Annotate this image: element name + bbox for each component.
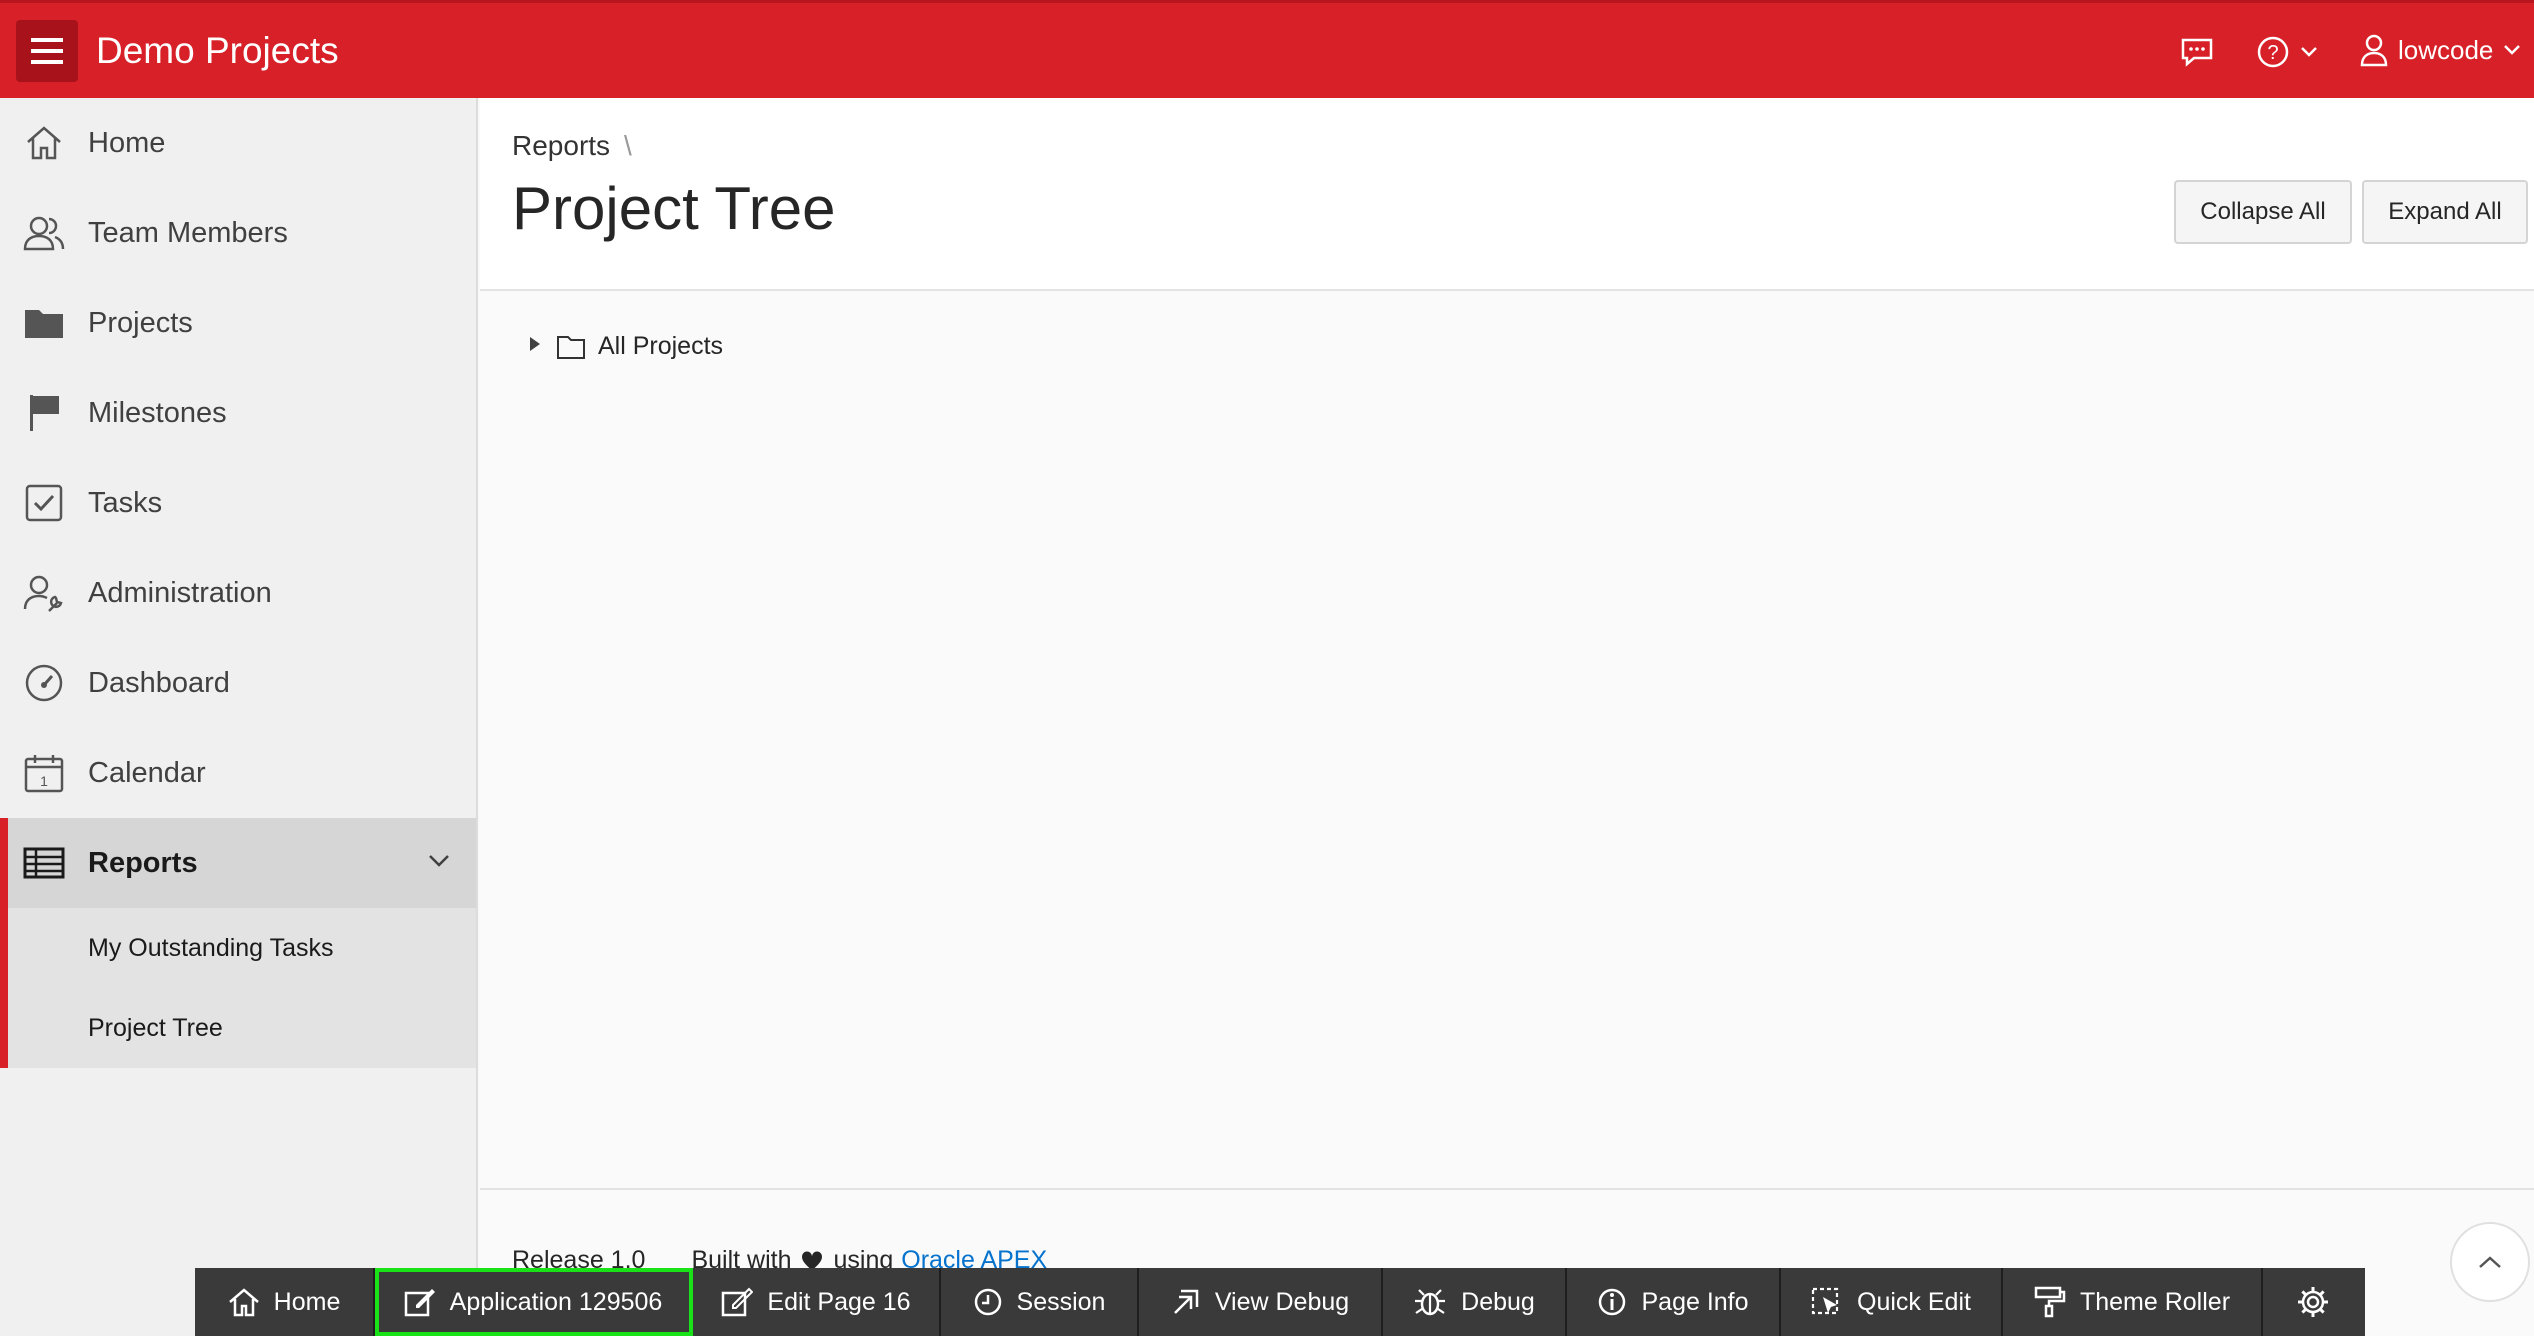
sidebar-subitem-project-tree[interactable]: Project Tree xyxy=(88,1014,223,1043)
user-name: lowcode xyxy=(2398,34,2494,65)
devbar-page-info-button[interactable]: Page Info xyxy=(1567,1268,1781,1336)
devbar-label: Edit Page 16 xyxy=(767,1287,911,1316)
users-icon xyxy=(22,211,66,255)
view-debug-icon xyxy=(1171,1287,1201,1317)
user-menu-button[interactable]: lowcode xyxy=(2360,33,2521,67)
sidebar-subitem-my-outstanding-tasks[interactable]: My Outstanding Tasks xyxy=(88,934,333,963)
home-icon xyxy=(22,121,66,165)
paint-roller-icon xyxy=(2034,1286,2066,1318)
sidebar-item-label: Tasks xyxy=(88,486,163,519)
sidebar-item-label: Reports xyxy=(88,846,198,879)
calendar-icon: 1 xyxy=(22,751,66,795)
main-content: Reports \ Project Tree Collapse All Expan… xyxy=(480,98,2534,1336)
chevron-down-icon[interactable] xyxy=(428,854,450,873)
checkbox-icon xyxy=(22,481,66,525)
chevron-down-icon xyxy=(2504,45,2521,55)
user-wrench-icon xyxy=(22,571,66,615)
sidebar-item-label: Calendar xyxy=(88,756,206,789)
devbar-quick-edit-button[interactable]: Quick Edit xyxy=(1781,1268,2003,1336)
sidebar-item-label: Milestones xyxy=(88,396,227,429)
gear-icon xyxy=(2296,1285,2330,1319)
home-icon xyxy=(228,1287,260,1317)
sidebar-item-calendar[interactable]: 1 Calendar xyxy=(0,728,476,818)
edit-icon xyxy=(404,1287,436,1317)
devbar-label: Application 129506 xyxy=(449,1287,663,1316)
tree-node[interactable]: All Projects xyxy=(528,332,723,361)
sidebar-item-label: Projects xyxy=(88,306,193,339)
svg-text:?: ? xyxy=(2267,42,2278,64)
expand-arrow-icon[interactable] xyxy=(528,335,542,358)
sidebar-item-label: Administration xyxy=(88,576,272,609)
sidebar-item-tasks[interactable]: Tasks xyxy=(0,458,476,548)
page-title: Project Tree xyxy=(512,175,836,242)
devbar-view-debug-button[interactable]: View Debug xyxy=(1139,1268,1383,1336)
app-window: Demo Projects ? lowcode Home Team Member… xyxy=(0,0,2534,1336)
devbar-label: Debug xyxy=(1461,1287,1535,1316)
clock-icon xyxy=(973,1287,1003,1317)
user-icon xyxy=(2360,34,2388,67)
tree-node-label: All Projects xyxy=(598,332,724,360)
menu-icon[interactable] xyxy=(16,20,78,82)
reports-submenu: My Outstanding Tasks Project Tree xyxy=(0,908,476,1068)
devbar-theme-roller-button[interactable]: Theme Roller xyxy=(2003,1268,2263,1336)
chevron-down-icon xyxy=(2301,47,2317,57)
expand-all-button[interactable]: Expand All xyxy=(2362,180,2528,244)
breadcrumb-link[interactable]: Reports xyxy=(512,130,610,161)
gauge-icon xyxy=(22,661,66,705)
developer-toolbar: Home Application 129506 Edit Page 16 Ses… xyxy=(195,1268,2365,1336)
breadcrumb: Reports \ xyxy=(512,130,632,162)
chat-icon[interactable] xyxy=(2180,37,2214,67)
collapse-all-button[interactable]: Collapse All xyxy=(2174,180,2352,244)
table-icon xyxy=(22,841,66,885)
flag-icon xyxy=(22,391,66,435)
sidebar-item-label: Home xyxy=(88,126,166,159)
info-icon xyxy=(1597,1287,1627,1317)
devbar-label: Quick Edit xyxy=(1857,1287,1971,1316)
sidebar-item-label: Dashboard xyxy=(88,666,230,699)
help-icon: ? xyxy=(2257,36,2289,68)
bug-icon xyxy=(1413,1287,1447,1317)
edit-icon xyxy=(721,1287,754,1317)
sidebar-item-milestones[interactable]: Milestones xyxy=(0,368,476,458)
devbar-label: Page Info xyxy=(1641,1287,1749,1316)
sidebar-item-team-members[interactable]: Team Members xyxy=(0,188,476,278)
help-menu-button[interactable]: ? xyxy=(2256,35,2318,69)
scroll-top-button[interactable] xyxy=(2450,1222,2530,1302)
folder-icon xyxy=(22,301,66,345)
divider xyxy=(480,1188,2534,1190)
devbar-session-button[interactable]: Session xyxy=(941,1268,1139,1336)
sidebar-item-projects[interactable]: Projects xyxy=(0,278,476,368)
chevron-up-icon xyxy=(2479,1256,2501,1268)
app-title[interactable]: Demo Projects xyxy=(96,29,339,73)
devbar-label: Session xyxy=(1016,1287,1106,1316)
devbar-label: Home xyxy=(273,1287,341,1316)
sidebar-item-reports[interactable]: Reports xyxy=(0,818,476,908)
sidebar-item-label: Team Members xyxy=(88,216,288,249)
devbar-edit-page-button[interactable]: Edit Page 16 xyxy=(693,1268,941,1336)
sidebar-item-dashboard[interactable]: Dashboard xyxy=(0,638,476,728)
folder-outline-icon xyxy=(556,334,586,360)
top-header: Demo Projects ? lowcode xyxy=(0,0,2534,98)
sidebar-item-home[interactable]: Home xyxy=(0,98,476,188)
breadcrumb-separator: \ xyxy=(624,130,632,161)
devbar-settings-button[interactable] xyxy=(2263,1268,2363,1336)
title-bar: Reports \ Project Tree Collapse All Expan… xyxy=(480,98,2534,291)
svg-text:1: 1 xyxy=(40,773,48,789)
devbar-application-button[interactable]: Application 129506 xyxy=(375,1268,693,1336)
side-nav: Home Team Members Projects Milestones Ta… xyxy=(0,98,478,1336)
devbar-label: Theme Roller xyxy=(2079,1287,2231,1316)
devbar-label: View Debug xyxy=(1214,1287,1350,1316)
sidebar-item-administration[interactable]: Administration xyxy=(0,548,476,638)
cursor-select-icon xyxy=(1811,1287,1843,1317)
devbar-debug-button[interactable]: Debug xyxy=(1383,1268,1567,1336)
devbar-home-button[interactable]: Home xyxy=(195,1268,375,1336)
